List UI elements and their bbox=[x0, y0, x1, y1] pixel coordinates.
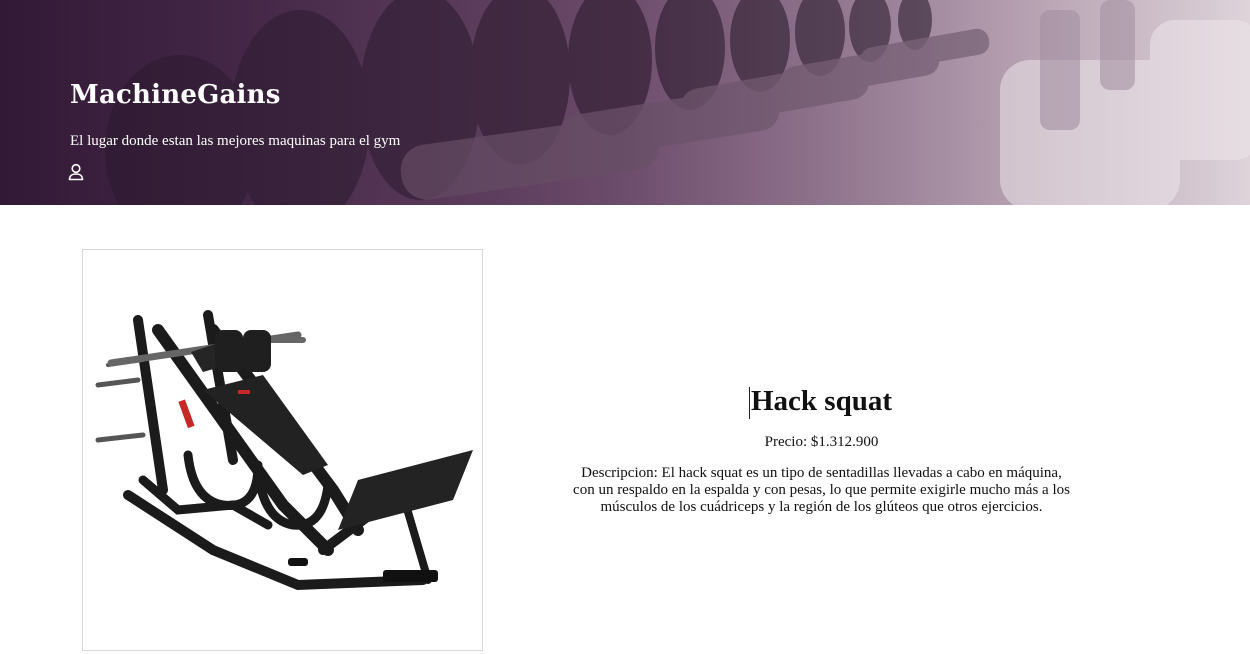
user-icon[interactable] bbox=[68, 163, 84, 181]
brand-title[interactable]: MachineGains bbox=[70, 80, 281, 110]
hero-banner: MachineGains El lugar donde estan las me… bbox=[0, 0, 1250, 205]
product-description: Descripcion: El hack squat es un tipo de… bbox=[573, 465, 1070, 515]
product-title-text: Hack squat bbox=[750, 385, 892, 417]
product-title: Hack squat bbox=[748, 385, 892, 419]
product-image-frame bbox=[82, 249, 483, 651]
text-caret bbox=[748, 387, 750, 419]
hack-squat-machine-image bbox=[95, 310, 473, 591]
brand-tagline: El lugar donde estan las mejores maquina… bbox=[70, 133, 401, 149]
product-price: Precio: $1.312.900 bbox=[764, 434, 879, 450]
product-info: Hack squat Precio: $1.312.900 Descripcio… bbox=[570, 385, 1073, 516]
